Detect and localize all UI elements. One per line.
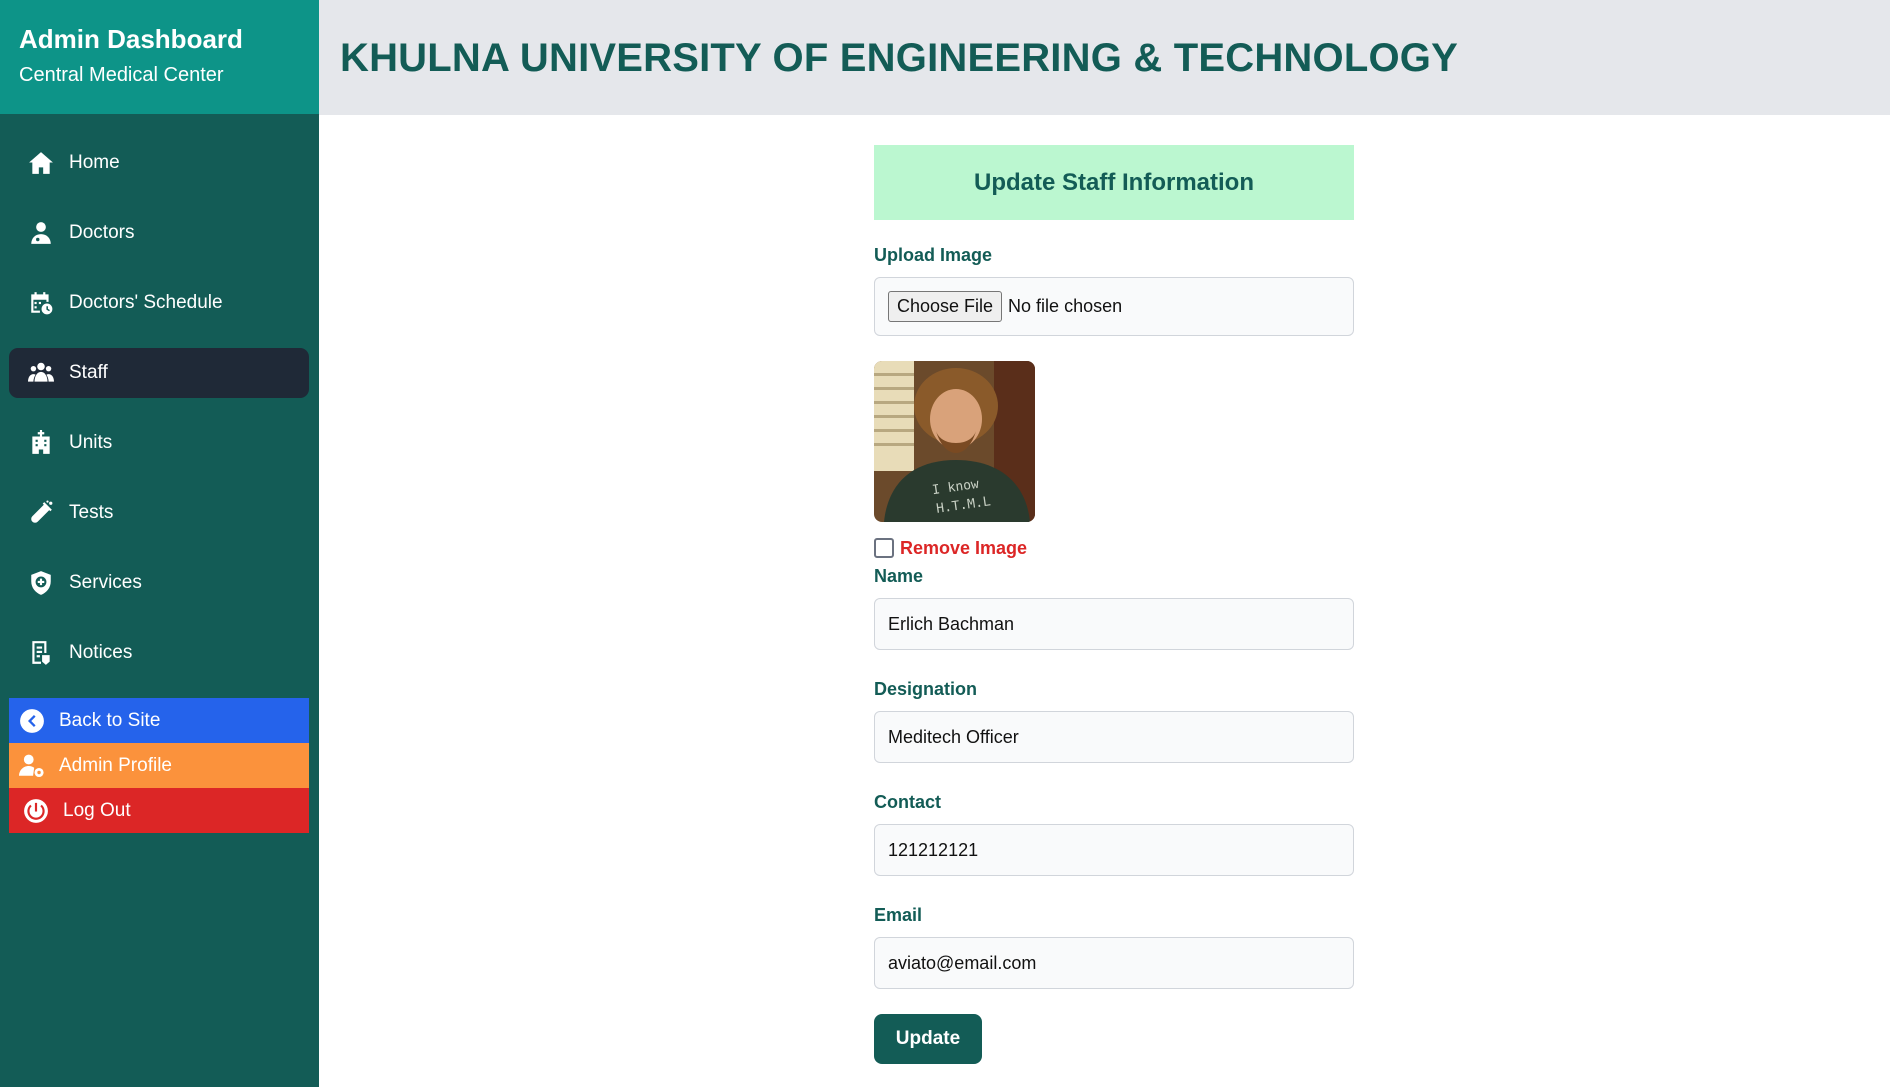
chevron-left-circle-icon	[19, 708, 45, 734]
sidebar-brand: Admin Dashboard Central Medical Center	[0, 0, 319, 114]
brand-title: Admin Dashboard	[19, 24, 243, 54]
sidebar-item-staff[interactable]: Staff	[9, 348, 309, 398]
top-header: KHULNA UNIVERSITY OF ENGINEERING & TECHN…	[319, 0, 1890, 115]
logout-button[interactable]: Log Out	[9, 788, 309, 833]
back-to-site-button[interactable]: Back to Site	[9, 698, 309, 743]
form-heading: Update Staff Information	[874, 145, 1354, 220]
upload-image-label: Upload Image	[874, 245, 993, 265]
file-status-text: No file chosen	[1008, 296, 1123, 316]
sidebar-item-home[interactable]: Home	[9, 138, 309, 188]
admin-profile-button[interactable]: Admin Profile	[9, 743, 309, 788]
name-field[interactable]	[874, 598, 1354, 650]
sidebar-item-label: Notices	[69, 642, 133, 663]
file-upload-field: Choose File No file chosen	[874, 277, 1354, 336]
designation-label: Designation	[874, 679, 978, 699]
sidebar-item-doctors[interactable]: Doctors	[9, 208, 309, 258]
shield-plus-icon	[28, 570, 54, 596]
doctor-icon	[28, 220, 54, 246]
sidebar-item-services[interactable]: Services	[9, 558, 309, 608]
sidebar-item-label: Tests	[69, 502, 114, 523]
name-label: Name	[874, 566, 924, 586]
remove-image-label: Remove Image	[900, 537, 1028, 558]
sidebar-item-notices[interactable]: Notices	[9, 628, 309, 678]
sidebar-item-label: Units	[69, 432, 113, 453]
choose-file-button[interactable]: Choose File	[888, 291, 1003, 322]
calendar-clock-icon	[28, 290, 54, 316]
users-icon	[28, 360, 54, 386]
back-to-site-label: Back to Site	[59, 709, 161, 731]
power-icon	[23, 798, 49, 824]
sidebar-item-label: Doctors	[69, 222, 135, 243]
sidebar-nav: Home Doctors Doctors' Schedule Staff Uni…	[9, 114, 309, 678]
sidebar-item-label: Doctors' Schedule	[69, 292, 223, 313]
user-gear-icon	[19, 753, 45, 779]
test-tube-icon	[28, 500, 54, 526]
notice-icon	[28, 640, 54, 666]
email-label: Email	[874, 905, 923, 925]
update-staff-form: Update Staff Information Upload Image Ch…	[874, 145, 1354, 1064]
hospital-icon	[28, 430, 54, 456]
staff-photo: I know H.T.M.L	[874, 361, 1035, 522]
remove-image-checkbox[interactable]	[874, 538, 894, 558]
sidebar-item-doctors-schedule[interactable]: Doctors' Schedule	[9, 278, 309, 328]
page-title: KHULNA UNIVERSITY OF ENGINEERING & TECHN…	[340, 36, 1458, 80]
sidebar-item-tests[interactable]: Tests	[9, 488, 309, 538]
brand-subtitle: Central Medical Center	[19, 64, 224, 86]
update-button[interactable]: Update	[874, 1014, 982, 1064]
email-field[interactable]	[874, 937, 1354, 989]
remove-image-row: Remove Image	[874, 536, 1354, 560]
sidebar-item-units[interactable]: Units	[9, 418, 309, 468]
contact-label: Contact	[874, 792, 941, 812]
sidebar-item-label: Services	[69, 572, 142, 593]
admin-profile-label: Admin Profile	[59, 754, 172, 776]
sidebar: Admin Dashboard Central Medical Center H…	[0, 0, 319, 1087]
home-icon	[28, 150, 54, 176]
contact-field[interactable]	[874, 824, 1354, 876]
designation-field[interactable]	[874, 711, 1354, 763]
logout-label: Log Out	[63, 799, 131, 821]
sidebar-item-label: Home	[69, 152, 120, 173]
sidebar-item-label: Staff	[69, 362, 108, 383]
